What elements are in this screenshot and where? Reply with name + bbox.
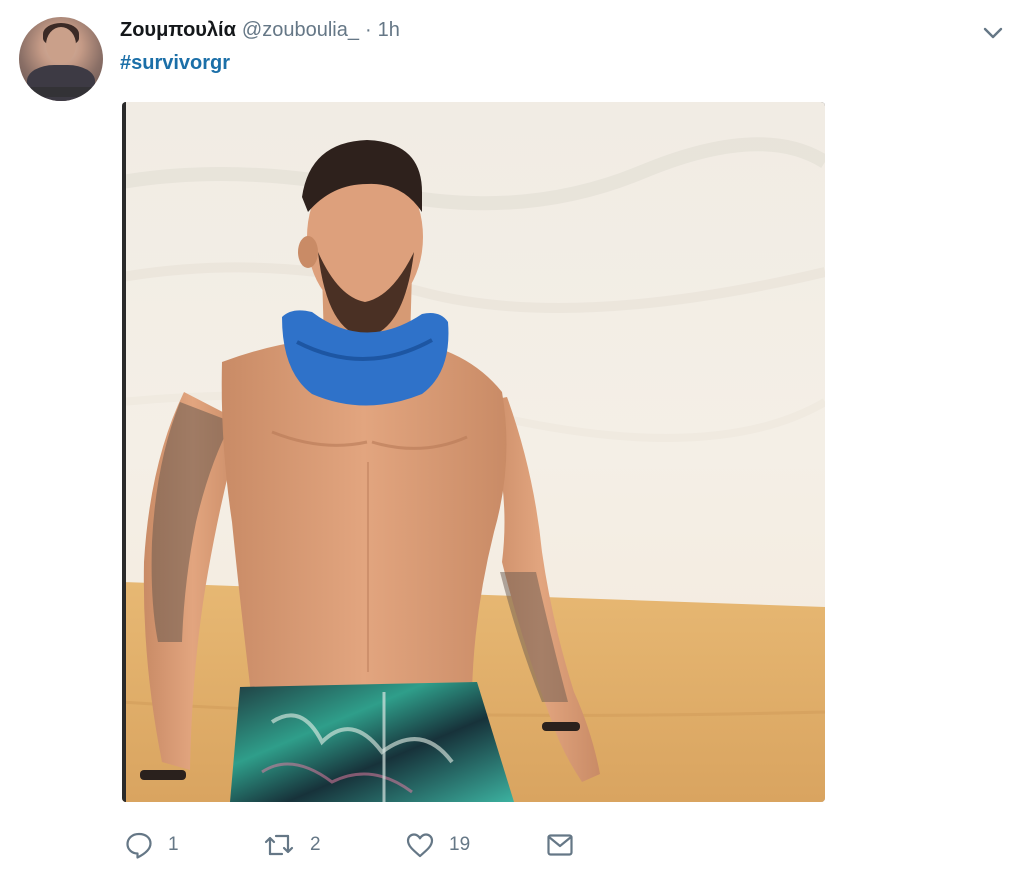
like-button[interactable]: 19	[405, 828, 470, 862]
reply-count: 1	[168, 834, 179, 855]
tweet-actions: 1 2 19	[124, 828, 584, 862]
chevron-down-icon[interactable]	[980, 20, 1006, 46]
display-name[interactable]: Ζουμπουλία	[120, 19, 236, 42]
like-count: 19	[449, 834, 471, 855]
header-separator: ·	[364, 18, 372, 41]
tweet-media-image[interactable]	[122, 102, 825, 802]
avatar-caption-strip	[25, 87, 97, 97]
retweet-button[interactable]: 2	[262, 828, 321, 862]
direct-message-button[interactable]	[545, 828, 575, 862]
avatar-face	[46, 27, 76, 63]
hashtag-link[interactable]: #survivorgr	[120, 52, 230, 75]
avatar[interactable]	[19, 17, 103, 101]
envelope-icon	[545, 830, 575, 860]
user-handle[interactable]: @zouboulia_	[242, 19, 359, 42]
retweet-count: 2	[310, 834, 321, 855]
tweet-timestamp[interactable]: 1h	[378, 19, 400, 42]
heart-icon	[405, 830, 435, 860]
reply-icon	[124, 830, 154, 860]
tweet: Ζουμπουλία @zouboulia_ · 1h #survivorgr	[0, 0, 1024, 870]
retweet-icon	[262, 830, 296, 860]
reply-button[interactable]: 1	[124, 828, 179, 862]
tweet-header: Ζουμπουλία @zouboulia_ · 1h	[120, 16, 400, 44]
